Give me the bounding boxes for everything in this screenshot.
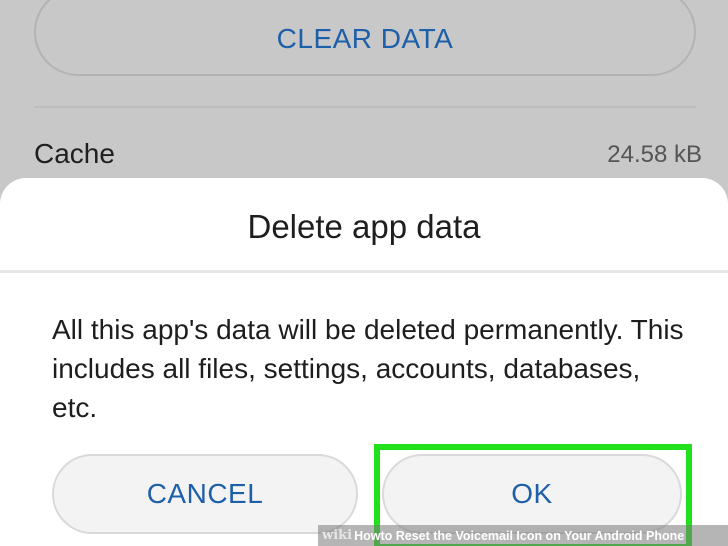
cache-value: 24.58 kB [607, 141, 702, 168]
cache-label: Cache [34, 138, 115, 169]
dialog-divider [0, 270, 728, 273]
watermark-brand: wiki [322, 528, 353, 543]
divider [34, 106, 696, 108]
watermark-caption: wiki How to Reset the Voicemail Icon on Y… [318, 525, 728, 546]
cancel-button[interactable]: CANCEL [52, 454, 358, 534]
clear-data-label: CLEAR DATA [276, 23, 454, 54]
delete-app-data-dialog: Delete app data All this app's data will… [0, 178, 728, 546]
watermark-caption-text: to Reset the Voicemail Icon on Your Andr… [380, 528, 685, 543]
dialog-title: Delete app data [247, 208, 481, 245]
clear-data-button[interactable]: CLEAR DATA [34, 0, 696, 76]
ok-button[interactable]: OK [382, 454, 682, 534]
dialog-message: All this app's data will be deleted perm… [52, 314, 684, 423]
watermark-brand-suffix: How [354, 528, 381, 543]
screen: CLEAR DATA Cache 24.58 kB Delete app dat… [0, 0, 728, 546]
